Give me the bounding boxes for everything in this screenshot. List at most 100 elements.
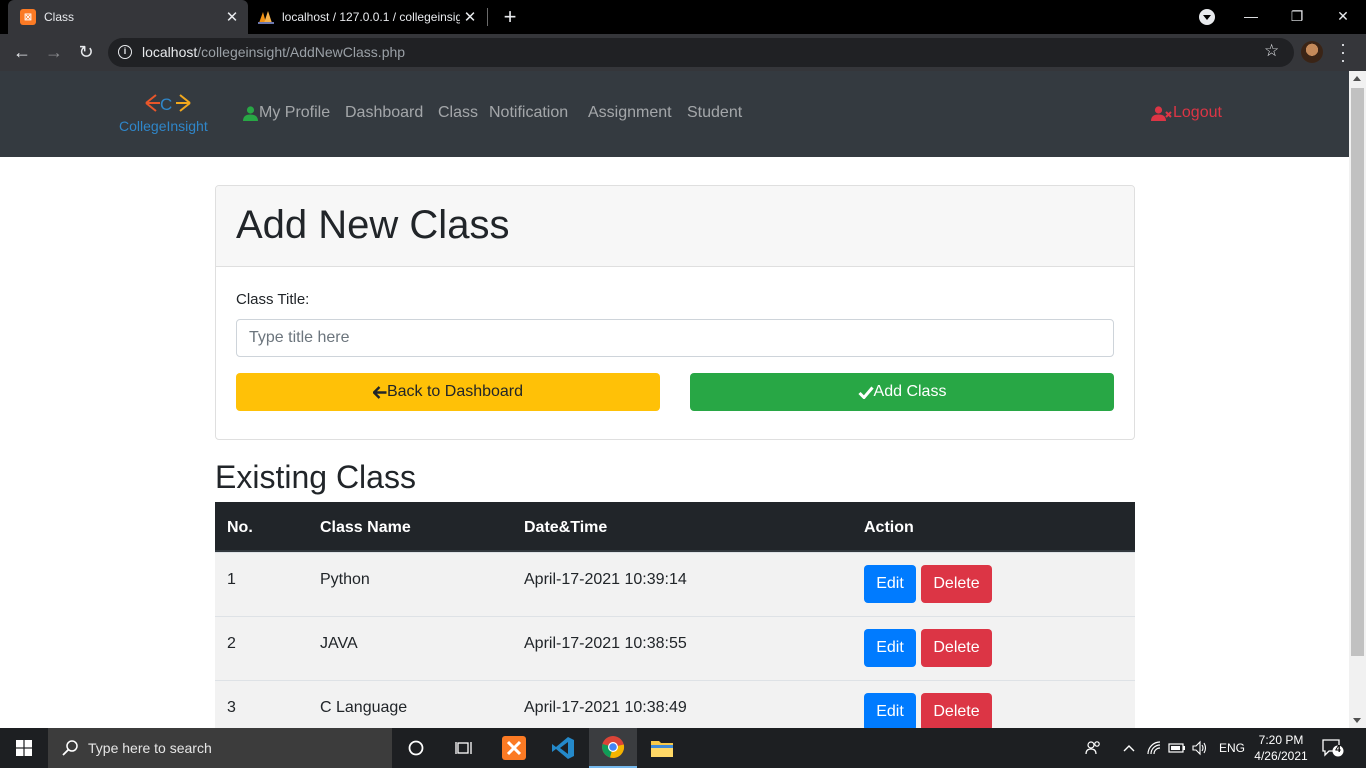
forward-arrow-icon[interactable]: → [40,38,68,66]
nav-class[interactable]: Class [438,104,478,122]
back-arrow-icon[interactable]: ← [8,38,36,66]
profile-avatar[interactable] [1301,41,1323,63]
close-tab-icon[interactable]: ✕ [222,8,242,26]
tab-class[interactable]: ⊠ Class ✕ [8,0,248,34]
scrollbar-thumb[interactable] [1351,88,1364,656]
table-header: No. Class Name Date&Time Action [215,502,1135,552]
logout-link[interactable]: Logout [1151,104,1222,122]
site-navbar: C CollegeInsight My Profile Dashboard Cl… [0,71,1349,157]
nav-dashboard[interactable]: Dashboard [345,104,423,122]
class-datetime: April-17-2021 10:39:14 [524,571,687,588]
browser-toolbar: ← → ↻ i localhost/collegeinsight/AddNewC… [0,34,1366,71]
battery-icon[interactable] [1168,728,1186,768]
close-window-icon[interactable]: ✕ [1320,0,1366,34]
file-explorer-icon[interactable] [638,728,686,768]
taskbar-search[interactable]: Type here to search [48,728,392,768]
restore-icon[interactable]: ❐ [1274,0,1320,34]
class-title-label: Class Title: [236,291,310,308]
wifi-icon[interactable] [1146,728,1164,768]
nav-student[interactable]: Student [687,104,742,122]
action-center-icon[interactable]: 4 [1322,738,1344,758]
button-label: Back to Dashboard [386,383,524,400]
user-times-icon [1151,105,1172,121]
class-datetime: April-17-2021 10:38:55 [524,635,687,652]
table-row: 1 Python April-17-2021 10:39:14 Edit Del… [215,552,1135,616]
row-number: 3 [227,699,236,716]
language-indicator[interactable]: ENG [1219,728,1245,768]
phpmyadmin-favicon-icon [258,9,274,25]
user-icon [243,105,258,121]
new-tab-icon[interactable]: + [498,3,522,31]
card-header: Add New Class [216,186,1134,267]
nav-label: My Profile [259,104,331,121]
chevron-up-icon[interactable] [1122,728,1136,768]
class-datetime: April-17-2021 10:38:49 [524,699,687,716]
page-viewport: C CollegeInsight My Profile Dashboard Cl… [0,71,1349,728]
row-number: 2 [227,635,236,652]
table-row: 3 C Language April-17-2021 10:38:49 Edit… [215,680,1135,728]
tab-title: Class [44,10,75,24]
page-title: Add New Class [236,203,510,247]
class-name: JAVA [320,635,358,652]
tab-search-icon[interactable] [1199,9,1215,25]
cortana-icon[interactable] [392,728,440,768]
more-menu-icon[interactable]: · · · [1333,35,1353,69]
edit-button[interactable]: Edit [864,693,916,728]
nav-label: Class [438,104,479,121]
clock-time: 7:20 PM [1258,733,1304,747]
brand-logo[interactable]: C CollegeInsight [118,91,222,137]
address-bar[interactable]: i localhost/collegeinsight/AddNewClass.p… [108,38,1294,67]
xampp-favicon-icon: ⊠ [20,9,36,25]
minimize-icon[interactable]: — [1228,0,1274,34]
existing-class-heading: Existing Class [215,459,416,495]
nav-label: Notification [489,104,569,121]
scroll-down-icon[interactable] [1353,718,1361,723]
arrow-left-icon [372,385,387,399]
vscode-app-icon[interactable] [539,728,587,768]
url-text[interactable]: localhost/collegeinsight/AddNewClass.php [142,44,405,60]
brand-name: CollegeInsight [119,118,208,134]
scroll-up-icon[interactable] [1353,76,1361,81]
edit-button[interactable]: Edit [864,629,916,667]
back-to-dashboard-button[interactable]: Back to Dashboard [236,373,660,411]
nav-label: Student [687,104,743,121]
windows-start-icon[interactable] [0,728,48,768]
volume-icon[interactable] [1191,728,1209,768]
delete-button[interactable]: Delete [921,693,992,728]
tab-title: localhost / 127.0.0.1 / collegeinsight [282,10,460,24]
chrome-app-icon[interactable] [589,728,637,768]
nav-notification[interactable]: Notification [489,104,568,122]
tab-phpmyadmin[interactable]: localhost / 127.0.0.1 / collegeinsight ✕ [250,0,486,34]
people-icon[interactable] [1085,728,1103,768]
check-icon [857,386,874,399]
edit-button[interactable]: Edit [864,565,916,603]
nav-my-profile[interactable]: My Profile [243,104,330,122]
bookmark-star-icon[interactable]: ☆ [1264,41,1279,61]
delete-button[interactable]: Delete [921,565,992,603]
reload-icon[interactable]: ↻ [72,38,100,66]
search-placeholder: Type here to search [88,740,212,756]
close-tab-icon[interactable]: ✕ [460,8,480,26]
system-clock[interactable]: 7:20 PM 4/26/2021 [1250,732,1312,764]
add-class-card: Add New Class Class Title: Back to Dashb… [215,185,1135,440]
table-row: 2 JAVA April-17-2021 10:38:55 Edit Delet… [215,616,1135,680]
column-header: Class Name [320,519,411,536]
add-class-button[interactable]: Add Class [690,373,1114,411]
windows-taskbar: Type here to search ENG 7:20 PM 4/26/202… [0,728,1366,768]
site-info-icon[interactable]: i [118,45,132,59]
column-header: Date&Time [524,519,608,536]
nav-assignment[interactable]: Assignment [588,104,672,122]
clock-date: 4/26/2021 [1254,749,1308,763]
nav-label: Assignment [588,104,672,121]
column-header: No. [227,519,253,536]
button-label: Add Class [873,383,947,400]
xampp-app-icon[interactable] [490,728,538,768]
row-number: 1 [227,571,236,588]
notification-count: 4 [1335,744,1341,755]
task-view-icon[interactable] [440,728,488,768]
delete-button[interactable]: Delete [921,629,992,667]
class-title-input[interactable] [236,319,1114,357]
logout-label: Logout [1173,104,1222,121]
page-scrollbar[interactable] [1349,71,1366,728]
class-table: No. Class Name Date&Time Action 1 Python… [215,502,1135,728]
